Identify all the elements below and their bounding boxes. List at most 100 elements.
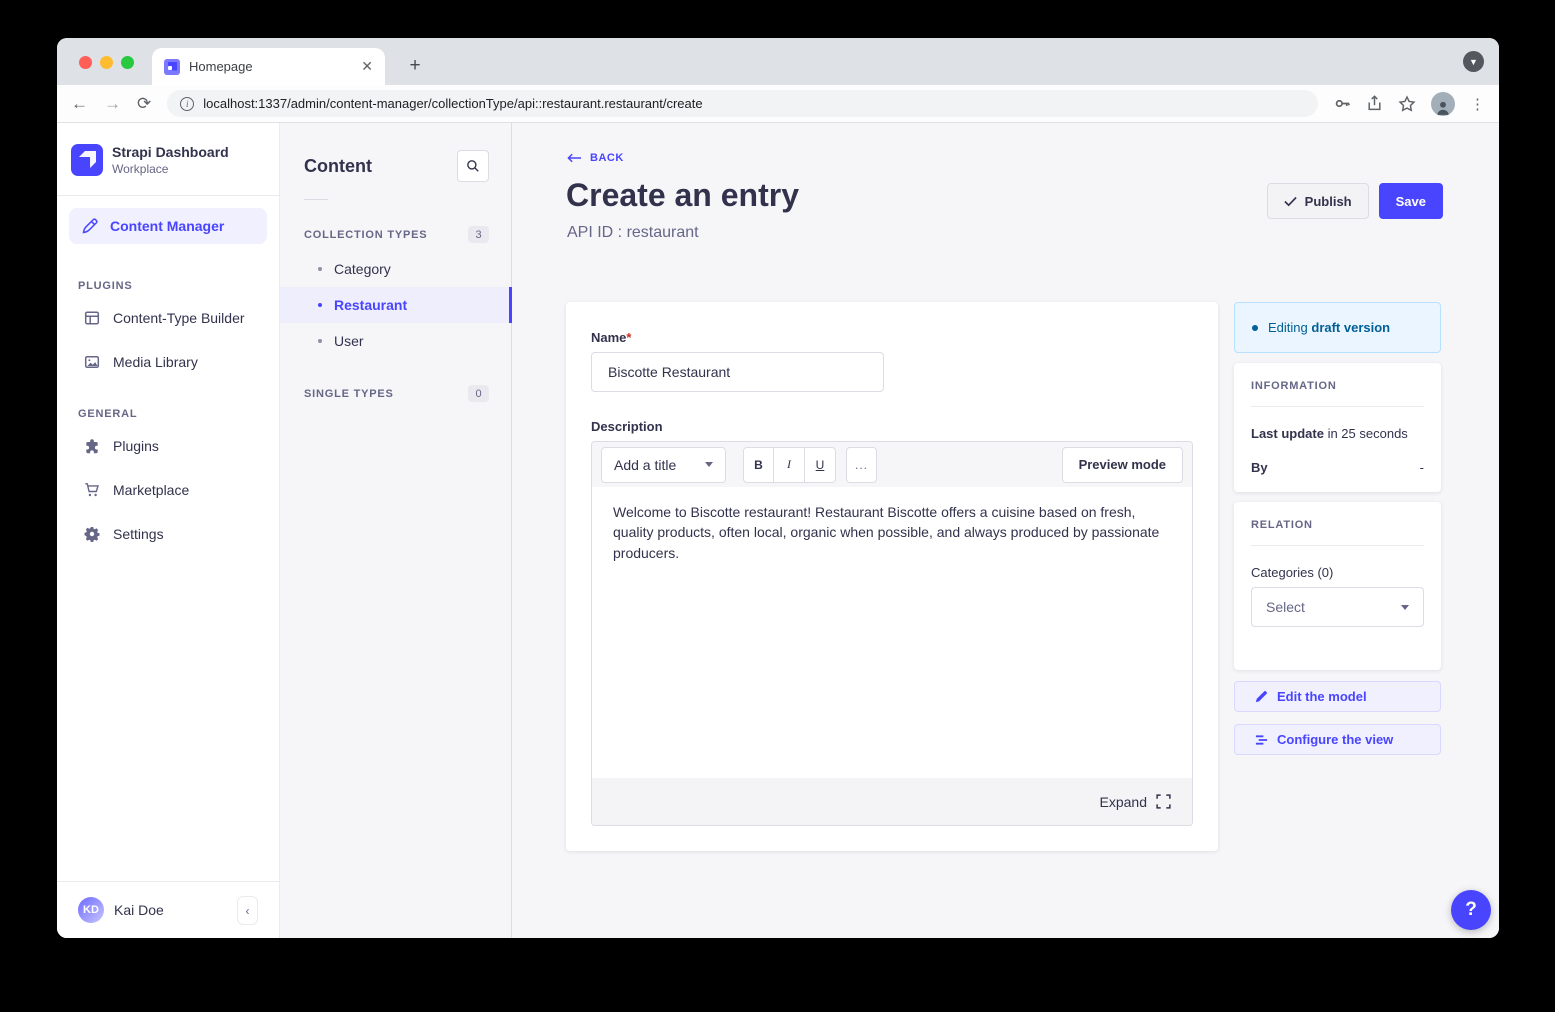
save-button[interactable]: Save [1379,183,1443,219]
general-section-label: GENERAL [57,398,279,424]
forward-nav-icon[interactable]: → [104,94,121,114]
close-window-button[interactable] [79,56,92,69]
draft-status-text: Editing draft version [1268,320,1390,335]
window-controls [79,56,134,69]
brand[interactable]: Strapi Dashboard Workplace [57,123,279,196]
maximize-window-button[interactable] [121,56,134,69]
page-title: Create an entry [566,177,799,214]
expand-label[interactable]: Expand [1100,794,1147,810]
chrome-more-menu-icon[interactable]: ⋮ [1470,95,1485,113]
content-manager-pen-icon [82,218,98,234]
share-icon[interactable] [1366,95,1383,112]
publish-button[interactable]: Publish [1267,183,1369,219]
configure-the-view-label: Configure the view [1277,732,1393,747]
underline-button[interactable]: U [805,447,836,483]
by-row: By- [1251,460,1424,475]
gear-icon [84,526,100,542]
preview-mode-button[interactable]: Preview mode [1062,447,1183,483]
collection-type-user[interactable]: User [280,323,511,359]
categories-select[interactable]: Select [1251,587,1424,627]
single-types-count-badge: 0 [468,385,489,402]
browser-toolbar: ← → ⟳ i localhost:1337/admin/content-man… [57,85,1499,123]
sidebar-item-plugins[interactable]: Plugins [57,424,279,468]
collection-type-restaurant[interactable]: Restaurant [280,287,511,323]
user-avatar[interactable]: KD [78,897,104,923]
sidebar-item-media-library[interactable]: Media Library [57,340,279,384]
api-id-subtitle: API ID : restaurant [567,224,699,242]
subnav-divider [304,199,328,200]
divider [1251,406,1424,407]
configure-icon [1255,734,1268,746]
name-input[interactable] [591,352,884,392]
description-field-label: Description [591,419,1193,434]
content-type-builder-icon [84,310,100,326]
sidebar-item-settings[interactable]: Settings [57,512,279,556]
collapse-sidebar-button[interactable]: ‹ [237,896,258,925]
header-actions: Publish Save [1267,183,1443,219]
italic-button[interactable]: I [774,447,805,483]
bookmark-star-icon[interactable] [1398,95,1416,113]
description-textarea[interactable]: Welcome to Biscotte restaurant! Restaura… [592,487,1192,778]
sidebar-item-content-type-builder[interactable]: Content-Type Builder [57,296,279,340]
chevron-down-icon [1401,605,1409,610]
site-info-icon[interactable]: i [180,97,194,111]
expand-icon[interactable] [1156,794,1171,809]
name-field-label: Name* [591,330,1193,345]
url-text: localhost:1337/admin/content-manager/col… [203,96,702,111]
sidebar-item-content-manager[interactable]: Content Manager [69,208,267,244]
back-nav-icon[interactable]: ← [71,94,88,114]
plugins-section-label: PLUGINS [57,270,279,296]
select-placeholder: Select [1266,599,1305,615]
collection-type-label: Category [334,261,391,277]
password-key-icon[interactable] [1334,95,1351,112]
bullet-icon [318,267,322,271]
publish-label: Publish [1305,194,1352,209]
divider [1251,545,1424,546]
content-subnav: Content COLLECTION TYPES 3 Category Rest… [280,123,512,938]
back-label: BACK [590,152,624,164]
close-tab-icon[interactable]: ✕ [361,58,373,75]
strapi-logo-icon [71,144,103,176]
reload-icon[interactable]: ⟳ [137,94,151,114]
entry-aside: Editing draft version INFORMATION Last u… [1234,302,1441,755]
save-label: Save [1396,194,1426,209]
address-bar[interactable]: i localhost:1337/admin/content-manager/c… [167,90,1318,117]
description-editor: Add a title B I U ... Preview mode Welco… [591,441,1193,826]
general-section: GENERAL Plugins Marketplace Settings [57,384,279,556]
collection-type-label: Restaurant [334,297,407,313]
check-icon [1284,196,1297,207]
back-link[interactable]: BACK [567,152,624,164]
bullet-icon [318,339,322,343]
categories-field-label: Categories (0) [1251,565,1424,580]
search-button[interactable] [457,150,489,182]
chevron-down-icon [705,462,713,467]
help-button[interactable]: ? [1451,890,1491,930]
edit-the-model-label: Edit the model [1277,689,1367,704]
plugins-section: PLUGINS Content-Type Builder Media Libra… [57,256,279,384]
entry-form-card: Name* Description Add a title B I U [566,302,1218,851]
collection-types-header: COLLECTION TYPES 3 [280,226,511,251]
brand-subtitle: Workplace [112,162,229,176]
chrome-menu-circle-icon[interactable]: ▼ [1463,51,1484,72]
new-tab-button[interactable]: + [403,55,427,77]
sidebar-item-marketplace[interactable]: Marketplace [57,468,279,512]
brand-title: Strapi Dashboard [112,144,229,162]
title-style-dropdown[interactable]: Add a title [601,447,726,483]
minimize-window-button[interactable] [100,56,113,69]
configure-the-view-button[interactable]: Configure the view [1234,724,1441,755]
information-label: INFORMATION [1251,380,1424,392]
profile-avatar[interactable] [1431,92,1455,116]
edit-the-model-button[interactable]: Edit the model [1234,681,1441,712]
relation-label: RELATION [1251,519,1424,531]
more-formats-button[interactable]: ... [846,447,877,483]
collection-type-category[interactable]: Category [280,251,511,287]
collection-type-label: User [334,333,364,349]
browser-tab[interactable]: Homepage ✕ [152,48,385,85]
bold-button[interactable]: B [743,447,774,483]
single-types-header: SINGLE TYPES 0 [280,385,511,410]
last-update-row: Last update in 25 seconds [1251,426,1424,441]
cart-icon [84,482,100,498]
bullet-icon [318,303,322,307]
collection-types-label: COLLECTION TYPES [304,229,427,241]
editor-toolbar: Add a title B I U ... Preview mode [592,442,1192,487]
